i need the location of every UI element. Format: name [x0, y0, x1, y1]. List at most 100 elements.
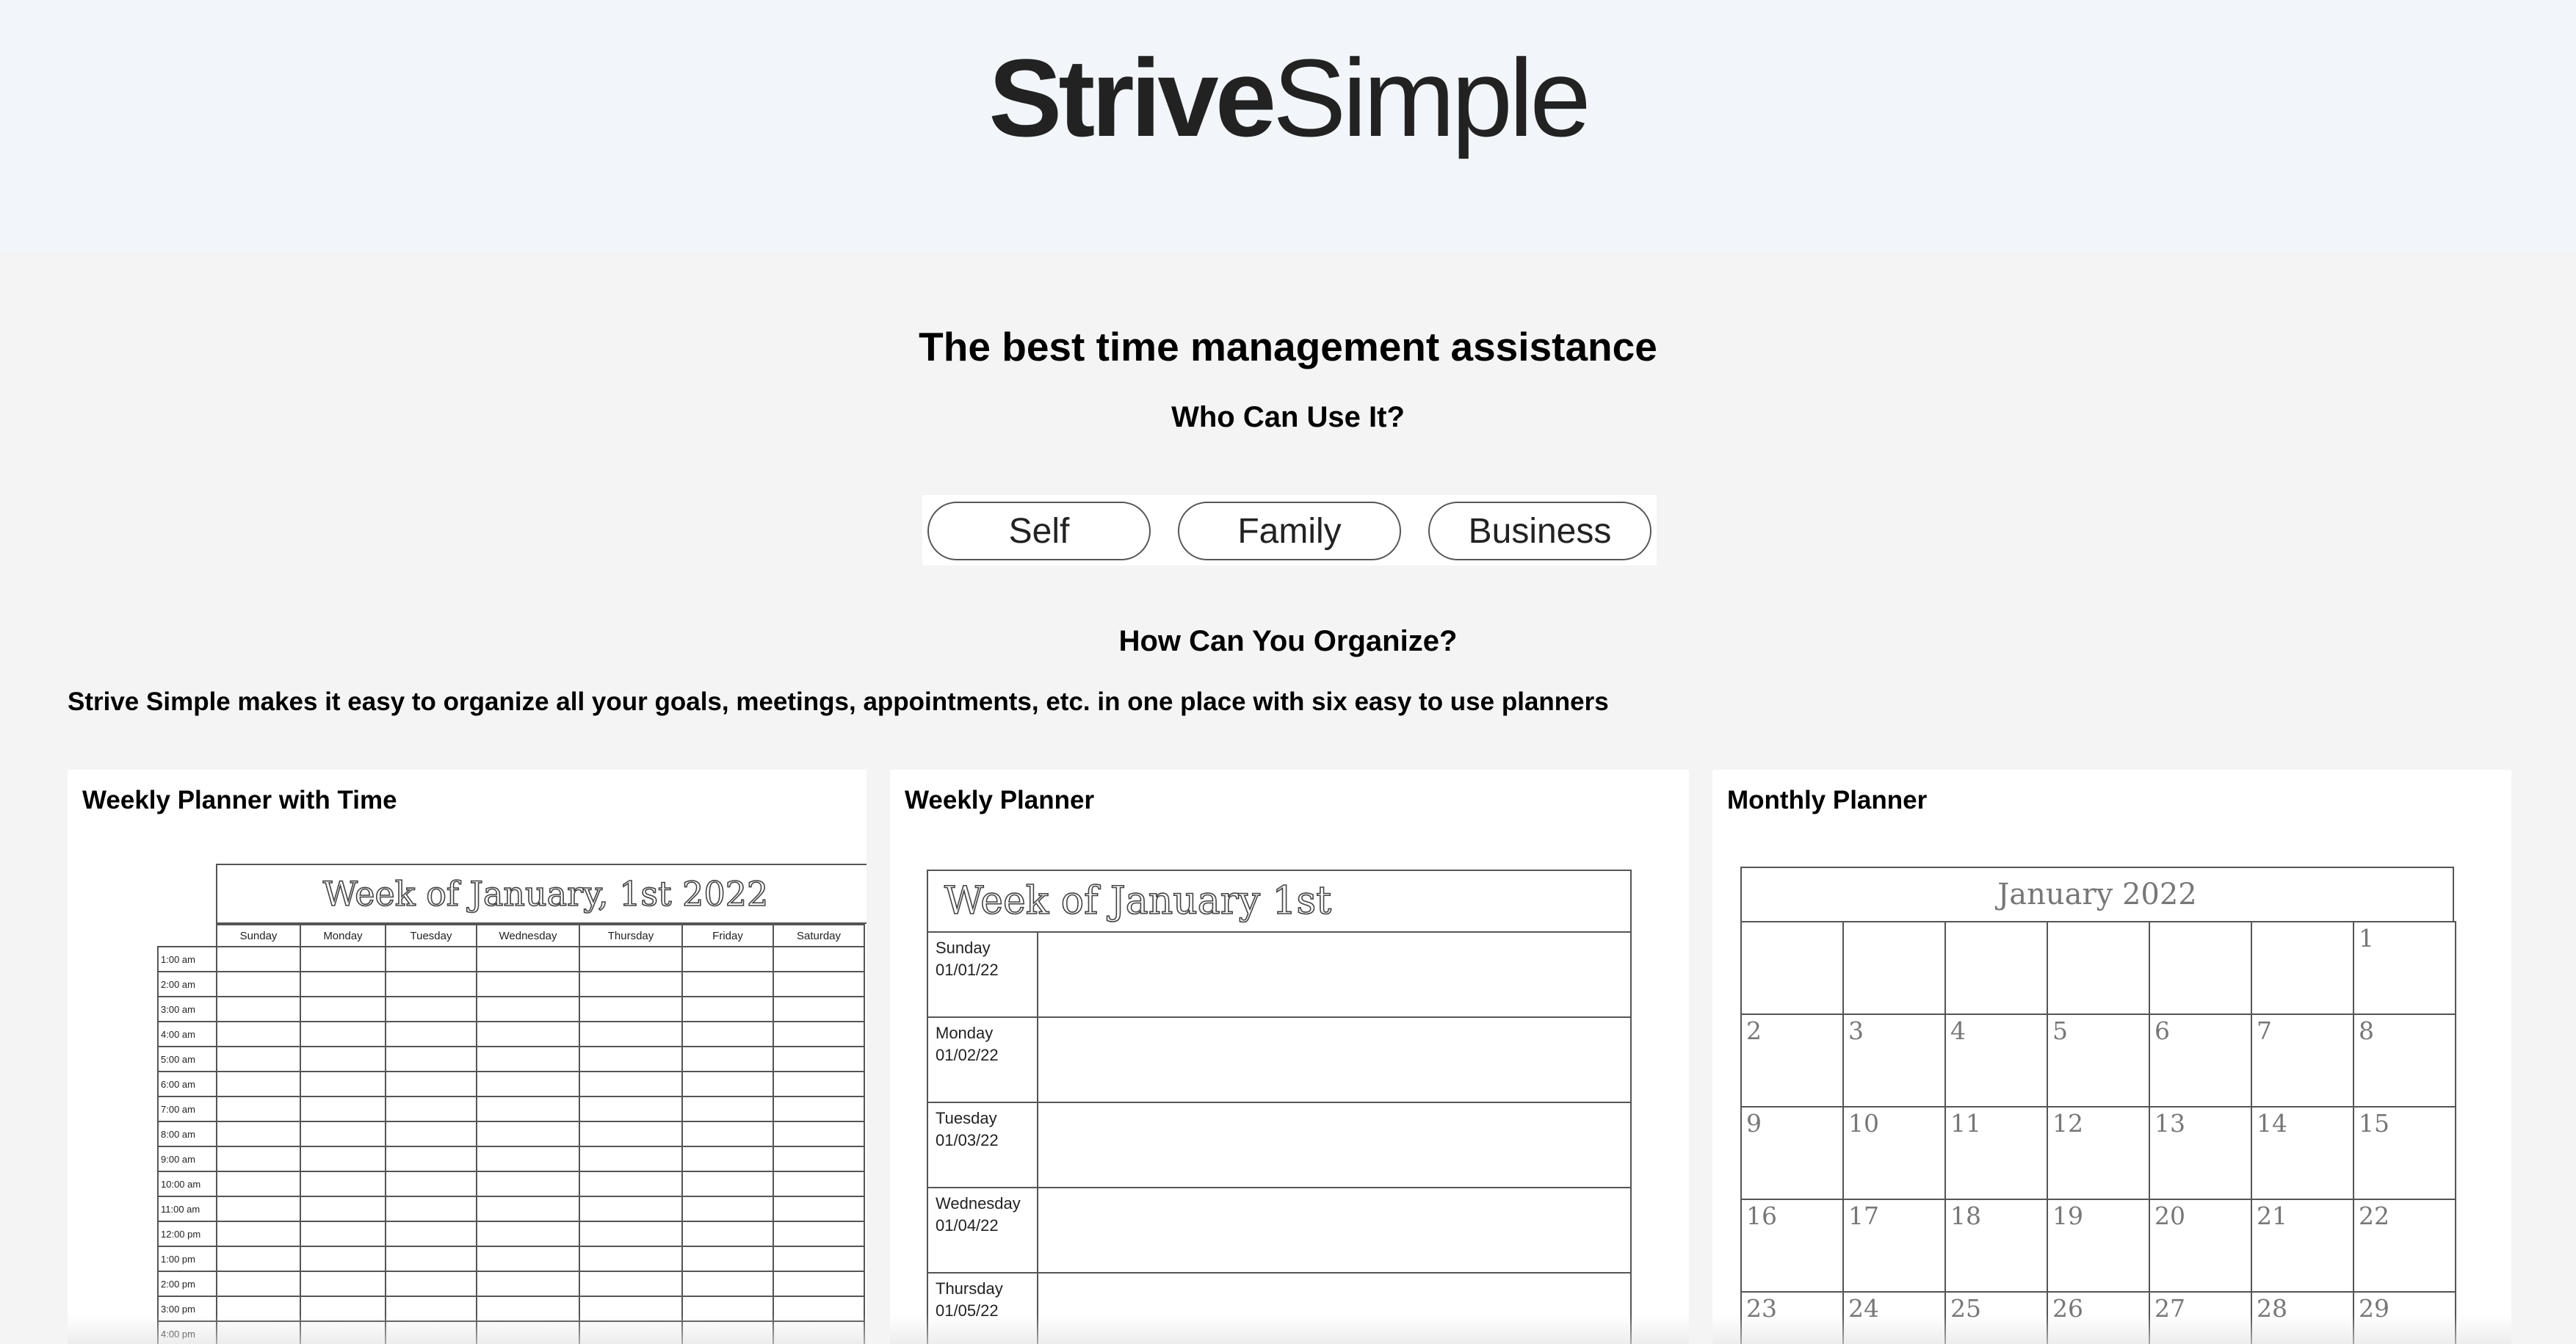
time-slot-cell [773, 946, 865, 972]
brand-logo-strong: Strive [988, 36, 1276, 159]
day-date: 01/02/22 [936, 1045, 999, 1064]
time-slot-label: 6:00 am [157, 1071, 217, 1097]
top-banner: StriveSimple [0, 0, 2576, 251]
weekday-column-header: Sunday [216, 924, 301, 947]
time-slot-cell [216, 1271, 301, 1297]
time-slot-cell [300, 1246, 386, 1272]
day-row: Monday 01/02/22 [927, 1018, 1632, 1103]
time-slot-cell [579, 1071, 683, 1097]
weekday-column-header: Monday [300, 924, 386, 947]
time-slot-cell [300, 1071, 386, 1097]
time-slot-row: 5:00 am [157, 1046, 865, 1072]
time-slot-cell [385, 1246, 477, 1272]
self-option-button[interactable]: Self [927, 502, 1151, 560]
time-slot-cell [773, 1121, 865, 1147]
time-slot-row: 10:00 am [157, 1171, 865, 1197]
time-slot-cell [773, 971, 865, 997]
time-slot-label: 11:00 am [157, 1196, 217, 1222]
calendar-week-row: 9 10 11 12 13 14 15 [1740, 1106, 2456, 1200]
organize-intro: Strive Simple makes it easy to organize … [68, 687, 1609, 716]
organize-heading: How Can You Organize? [1118, 625, 1458, 657]
day-name: Sunday [936, 939, 991, 957]
time-slot-cell [476, 946, 580, 972]
day-name: Thursday [936, 1279, 1003, 1298]
calendar-day-cell: 4 [1944, 1014, 2048, 1108]
time-slot-row: 8:00 am [157, 1121, 865, 1147]
calendar-day-cell: 16 [1740, 1199, 1844, 1293]
time-slot-cell [476, 996, 580, 1022]
time-slot-cell [385, 1021, 477, 1047]
day-name: Monday [936, 1024, 994, 1042]
time-slot-cell [579, 1121, 683, 1147]
time-slot-cell [300, 1171, 386, 1197]
brand-logo[interactable]: StriveSimple [0, 43, 2576, 153]
time-slot-cell [476, 1171, 580, 1197]
month-calendar-grid: 1 2 3 4 5 6 7 8 9 10 11 12 13 14 15 16 17 18 19 20 21 22 23 24 2… [1740, 921, 2456, 1344]
calendar-day-cell: 2 [1740, 1014, 1844, 1108]
calendar-day-cell [1842, 921, 1946, 1015]
time-slot-cell [385, 1071, 477, 1097]
time-slot-cell [300, 1096, 386, 1122]
who-can-use-heading: Who Can Use It? [1171, 401, 1405, 433]
time-slot-label: 3:00 am [157, 996, 217, 1022]
time-slot-cell [216, 1096, 301, 1122]
planner-card-weekly-time[interactable]: Weekly Planner with Time Week of January… [68, 770, 866, 1344]
page-headline: The best time management assistance [919, 324, 1657, 369]
calendar-week-row: 2345678 [1740, 1014, 2456, 1108]
calendar-week-row: 1 [1740, 921, 2456, 1015]
time-slot-cell [681, 1146, 774, 1172]
time-slot-cell [476, 1096, 580, 1122]
calendar-day-cell: 18 [1944, 1199, 2048, 1293]
time-slot-row: 2:00 am [157, 971, 865, 997]
time-slot-cell [681, 1196, 774, 1222]
time-slot-cell [773, 1096, 865, 1122]
time-slot-label: 4:00 am [157, 1021, 217, 1047]
calendar-day-cell: 17 [1842, 1199, 1946, 1293]
calendar-day-cell: 22 [2353, 1199, 2456, 1293]
business-option-button[interactable]: Business [1428, 502, 1651, 560]
time-slot-cell [579, 996, 683, 1022]
planner-card-title: Weekly Planner [905, 786, 1095, 814]
time-slot-cell [579, 1221, 683, 1247]
time-slot-cell [300, 946, 386, 972]
planner-card-monthly[interactable]: Monthly Planner January 2022 1 2 3 4 5 6 7 8 9 10… [1712, 770, 2511, 1344]
day-row-label: Tuesday 01/03/22 [928, 1103, 1038, 1187]
time-slot-label: 5:00 am [157, 1046, 217, 1072]
family-option-button[interactable]: Family [1178, 502, 1401, 560]
time-slot-cell [773, 1071, 865, 1097]
time-slot-cell [385, 971, 477, 997]
time-slot-cell [579, 946, 683, 972]
calendar-day-cell [1740, 921, 1844, 1015]
time-slot-cell [385, 1171, 477, 1197]
calendar-day-cell [2251, 921, 2354, 1015]
time-slot-cell [681, 1271, 774, 1297]
time-slot-cell [681, 1071, 774, 1097]
time-slot-cell [681, 1096, 774, 1122]
calendar-day-cell: 9 [1740, 1106, 1844, 1200]
brand-logo-light: Simple [1273, 36, 1591, 159]
day-date: 01/01/22 [936, 960, 999, 979]
planner-week-header: Week of January 1st [927, 870, 1632, 933]
calendar-day-cell: 6 [2149, 1014, 2252, 1108]
time-slot-cell [579, 1096, 683, 1122]
time-slot-cell [476, 1071, 580, 1097]
weekday-column-header: Saturday [773, 924, 865, 947]
calendar-day-cell: 3 [1842, 1014, 1946, 1108]
time-slot-cell [681, 946, 774, 972]
time-slot-cell [385, 1146, 477, 1172]
time-slot-row: 3:00 am [157, 996, 865, 1022]
time-slot-label: 7:00 am [157, 1096, 217, 1122]
time-slot-cell [216, 1071, 301, 1097]
time-slot-row: 12:00 pm [157, 1221, 865, 1247]
calendar-day-cell: 1 [2353, 921, 2456, 1015]
time-slot-cell [385, 996, 477, 1022]
day-date: 01/03/22 [936, 1130, 999, 1149]
planner-card-weekly[interactable]: Weekly Planner Week of January 1st Sunda… [890, 770, 1689, 1344]
time-slot-cell [773, 1221, 865, 1247]
time-slot-cell [579, 1021, 683, 1047]
time-slot-label: 10:00 am [157, 1171, 217, 1197]
day-name: Wednesday [936, 1194, 1021, 1213]
time-slot-cell [476, 1021, 580, 1047]
time-slot-label: 2:00 pm [157, 1271, 217, 1297]
calendar-day-cell: 11 [1944, 1106, 2048, 1200]
